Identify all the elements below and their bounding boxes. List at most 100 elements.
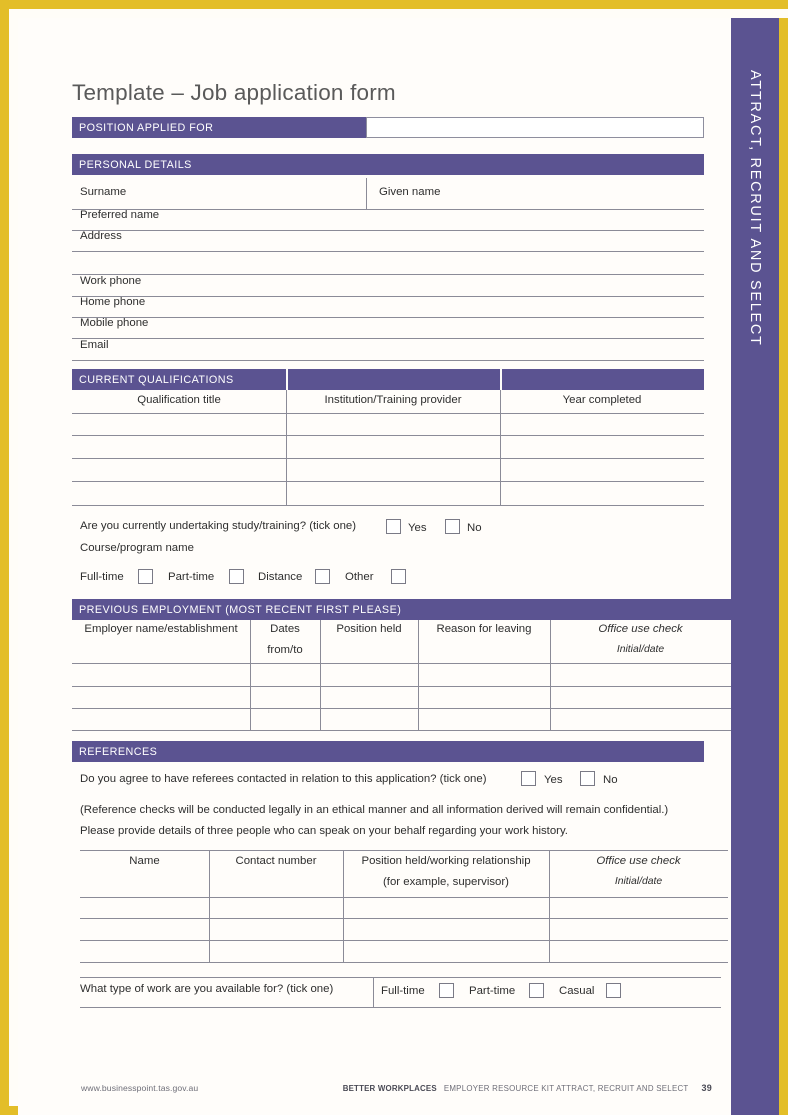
emp-vline-3: [418, 620, 419, 730]
qual-cell-institution[interactable]: [288, 414, 498, 504]
availability-casual-checkbox[interactable]: [606, 983, 621, 998]
qual-col-institution: Institution/Training provider: [324, 394, 462, 406]
mode-other-checkbox[interactable]: [391, 569, 406, 584]
qual-cell-title[interactable]: [74, 414, 284, 504]
ref-vline-3: [549, 850, 550, 962]
availability-parttime-checkbox[interactable]: [529, 983, 544, 998]
ref-col-office-use: Office use check: [596, 855, 681, 867]
emp-col-reason: Reason for leaving: [436, 623, 532, 635]
page-title: Template – Job application form: [72, 80, 396, 105]
study-no-checkbox[interactable]: [445, 519, 460, 534]
study-yes-checkbox[interactable]: [386, 519, 401, 534]
ref-col-contact: Contact number: [235, 855, 317, 867]
footer-page-number: 39: [701, 1083, 712, 1093]
emp-col-dates-sub: from/to: [267, 644, 303, 656]
availability-rule-top: [80, 977, 721, 978]
availability-casual-label: Casual: [559, 985, 595, 997]
emp-cell-reason[interactable]: [420, 664, 548, 730]
emp-cell-dates[interactable]: [252, 664, 318, 730]
email-input[interactable]: [178, 340, 696, 359]
availability-divider: [373, 977, 374, 1007]
previous-employment-label: PREVIOUS EMPLOYMENT (MOST RECENT FIRST P…: [79, 603, 402, 616]
emp-cell-employer[interactable]: [74, 664, 248, 730]
qualifications-label: CURRENT QUALIFICATIONS: [79, 373, 234, 386]
referee-consent-no-checkbox[interactable]: [580, 771, 595, 786]
qual-col-title: Qualification title: [137, 394, 221, 406]
mobile-phone-label: Mobile phone: [80, 317, 149, 329]
qual-vline-2: [500, 390, 501, 505]
availability-question: What type of work are you available for?…: [80, 983, 334, 995]
referee-consent-yes-label: Yes: [544, 774, 563, 786]
page: ATTRACT, RECRUIT AND SELECT Template – J…: [0, 0, 788, 1115]
ref-col-position-sub: (for example, supervisor): [383, 876, 509, 888]
mode-distance-checkbox[interactable]: [315, 569, 330, 584]
referee-consent-no-label: No: [603, 774, 618, 786]
qual-col-year: Year completed: [562, 394, 642, 406]
ref-cell-name[interactable]: [82, 898, 207, 962]
address-input[interactable]: [158, 231, 696, 273]
course-name-input[interactable]: [218, 539, 696, 558]
references-label: REFERENCES: [79, 745, 158, 758]
ref-rule-top: [80, 850, 728, 851]
preferred-name-input[interactable]: [198, 210, 696, 229]
emp-cell-office-use[interactable]: [552, 664, 729, 730]
qual-cell-year[interactable]: [502, 414, 702, 504]
emp-cell-position[interactable]: [322, 664, 416, 730]
ref-rule-3: [80, 962, 728, 963]
personal-details-divider: [366, 178, 367, 209]
mode-distance-label: Distance: [258, 571, 303, 583]
study-question: Are you currently undertaking study/trai…: [80, 520, 357, 532]
home-phone-input[interactable]: [178, 297, 696, 316]
emp-col-employer: Employer name/establishment: [84, 623, 238, 635]
availability-fulltime-checkbox[interactable]: [439, 983, 454, 998]
ref-col-office-use-sub: Initial/date: [614, 876, 663, 887]
mode-fulltime-label: Full-time: [80, 571, 124, 583]
email-label: Email: [80, 339, 109, 351]
qualifications-bar: CURRENT QUALIFICATIONS: [72, 369, 704, 390]
mobile-phone-input[interactable]: [178, 318, 696, 337]
page-inner: ATTRACT, RECRUIT AND SELECT Template – J…: [18, 18, 788, 1115]
qual-bar-divider-1: [286, 369, 288, 390]
references-note-line1: (Reference checks will be conducted lega…: [80, 804, 669, 816]
mode-fulltime-checkbox[interactable]: [138, 569, 153, 584]
side-tab: ATTRACT, RECRUIT AND SELECT: [731, 18, 788, 1115]
rule-email: [72, 360, 704, 361]
ref-cell-position[interactable]: [345, 898, 547, 962]
mode-parttime-checkbox[interactable]: [229, 569, 244, 584]
previous-employment-bar: PREVIOUS EMPLOYMENT (MOST RECENT FIRST P…: [72, 599, 731, 620]
emp-col-dates: Dates: [270, 623, 300, 635]
emp-vline-4: [550, 620, 551, 730]
footer-meta: BETTER WORKPLACES EMPLOYER RESOURCE KIT …: [343, 1083, 712, 1093]
emp-col-office-use: Office use check: [598, 623, 683, 635]
ref-vline-1: [209, 850, 210, 962]
surname-input[interactable]: [168, 181, 358, 207]
work-phone-label: Work phone: [80, 275, 142, 287]
given-name-label: Given name: [379, 186, 441, 198]
mode-other-label: Other: [345, 571, 374, 583]
availability-parttime-label: Part-time: [469, 985, 516, 997]
address-label: Address: [80, 230, 122, 242]
position-applied-input[interactable]: [366, 117, 704, 138]
ref-col-position: Position held/working relationship: [361, 855, 531, 867]
side-tab-label: ATTRACT, RECRUIT AND SELECT: [747, 70, 763, 347]
surname-label: Surname: [80, 186, 127, 198]
given-name-input[interactable]: [466, 181, 696, 207]
referee-consent-yes-checkbox[interactable]: [521, 771, 536, 786]
ref-cell-office-use[interactable]: [551, 898, 727, 962]
position-applied-label: POSITION APPLIED FOR: [79, 121, 214, 134]
rule-address-2: [72, 274, 704, 275]
personal-details-bar: PERSONAL DETAILS: [72, 154, 704, 175]
footer-brand: BETTER WORKPLACES: [342, 1084, 437, 1093]
position-applied-bar: POSITION APPLIED FOR: [72, 117, 366, 138]
ref-col-name: Name: [129, 855, 160, 867]
availability-fulltime-label: Full-time: [381, 985, 425, 997]
ref-cell-contact[interactable]: [211, 898, 341, 962]
qual-bar-divider-2: [500, 369, 502, 390]
availability-rule-bottom: [80, 1007, 721, 1008]
preferred-name-label: Preferred name: [80, 209, 160, 221]
referee-consent-question: Do you agree to have referees contacted …: [80, 773, 487, 785]
qual-vline-1: [286, 390, 287, 505]
work-phone-input[interactable]: [178, 276, 696, 295]
study-no-label: No: [467, 522, 482, 534]
emp-col-position: Position held: [336, 623, 402, 635]
